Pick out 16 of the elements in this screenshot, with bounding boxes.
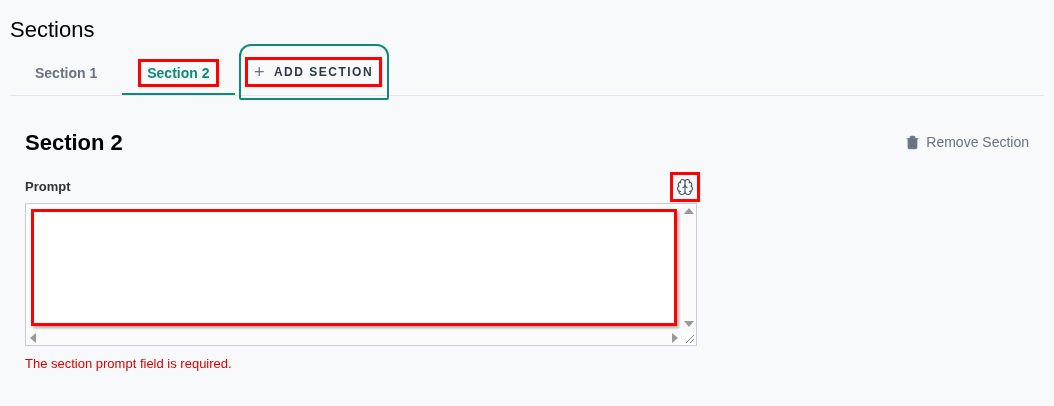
tab[interactable]: Section 2 bbox=[122, 53, 235, 95]
up-arrow-icon[interactable] bbox=[684, 207, 694, 215]
horizontal-scrollbar[interactable] bbox=[26, 331, 682, 345]
section-heading: Section 2 bbox=[25, 129, 123, 157]
trash-icon bbox=[905, 135, 921, 150]
down-arrow-icon[interactable] bbox=[684, 320, 694, 328]
error-message: The section prompt field is required. bbox=[25, 355, 233, 373]
field-label: Prompt bbox=[25, 178, 71, 197]
prompt-textarea[interactable] bbox=[25, 203, 697, 346]
left-arrow-icon[interactable] bbox=[29, 333, 37, 343]
vertical-scrollbar[interactable] bbox=[682, 204, 696, 331]
remove-section-button[interactable]: Remove Section bbox=[905, 132, 1029, 153]
brain-icon[interactable] bbox=[673, 175, 697, 199]
tab[interactable]: Section 1 bbox=[10, 53, 123, 95]
right-arrow-icon[interactable] bbox=[671, 333, 679, 343]
page-title: Sections bbox=[10, 16, 96, 44]
